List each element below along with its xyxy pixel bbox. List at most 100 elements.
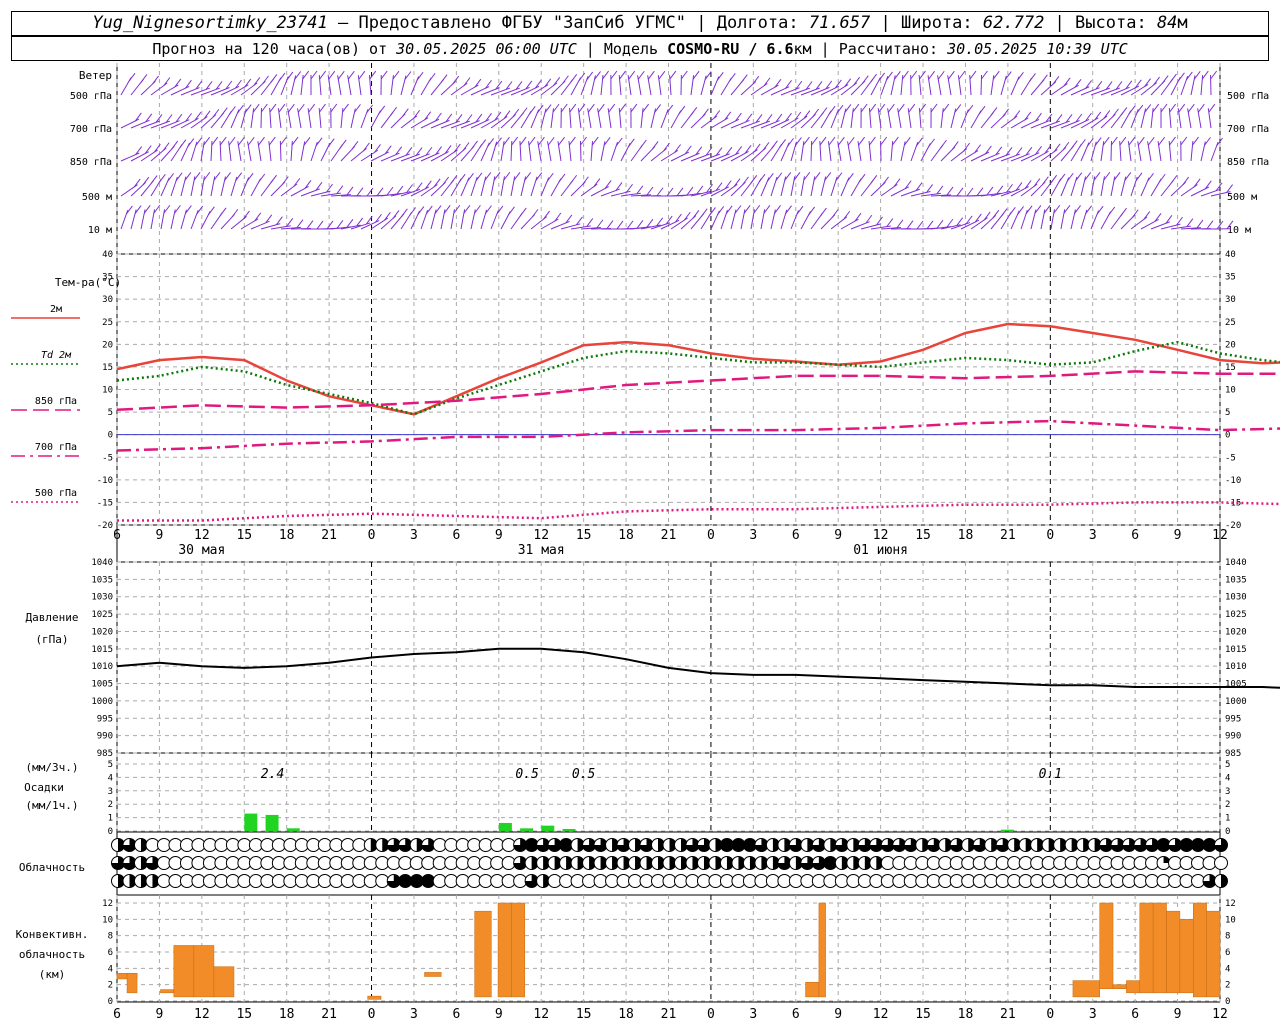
wind-barb-feather (1128, 136, 1136, 146)
pres-ytick-left: 1010 (91, 662, 113, 672)
wind-barb-feather (252, 103, 260, 113)
wind-barb-feather (704, 71, 712, 80)
wind-barb-feather (742, 176, 749, 186)
wind-barb-feather (484, 172, 492, 181)
wind-barb-feather (808, 206, 816, 216)
time-hour-label: 21 (321, 528, 337, 543)
precip-bar (1000, 829, 1014, 831)
pres-ytick-right: 1005 (1225, 680, 1247, 690)
wind-barb-feather (1025, 205, 1033, 215)
wind-barb-feather (860, 103, 868, 113)
precip-ytick-left: 3 (108, 787, 113, 797)
wind-barb-feather (474, 205, 481, 214)
wind-barb-feather (646, 218, 654, 228)
wind-barb-feather (163, 204, 171, 214)
wind-barb-feather (433, 178, 441, 188)
convective-cloud-bar (1072, 980, 1100, 998)
wind-barb-feather (1144, 104, 1152, 113)
time-hour-label-bottom: 15 (236, 1007, 252, 1022)
temp-ytick-left: -20 (97, 521, 113, 531)
time-hour-label-bottom: 21 (321, 1007, 337, 1022)
wind-barb-feather (270, 74, 278, 83)
wind-barb-feather (1102, 136, 1110, 146)
wind-barb-feather (558, 173, 566, 183)
precip-total-label: 0.1 (1039, 767, 1062, 782)
time-hour-label-bottom: 9 (495, 1007, 503, 1022)
time-hour-label: 9 (1174, 528, 1182, 543)
wind-barb-feather (976, 187, 984, 197)
wind-level-label-right: 700 гПа (1227, 124, 1269, 135)
wind-barb-feather (531, 209, 539, 218)
wind-barb-feather (1197, 103, 1205, 113)
wind-barb (800, 87, 820, 96)
wind-barb-feather (450, 175, 458, 184)
wind-barb-feather (910, 70, 918, 80)
wind-barb-feather (1153, 76, 1160, 86)
precip-ytick-left: 2 (108, 800, 113, 810)
wind-barb-feather (1187, 103, 1195, 113)
wind-barb (210, 140, 213, 162)
wind-barb-feather (870, 73, 877, 83)
wind-barb-feather (1120, 207, 1127, 217)
wind-barb-feather (793, 171, 801, 181)
wind-barb-feather (700, 208, 708, 217)
wind-barb-feather (916, 220, 924, 230)
wind-barb-feather (870, 175, 878, 184)
time-hour-label: 9 (495, 528, 503, 543)
wind-barb-feather (616, 220, 624, 230)
wind-barb-feather (369, 70, 377, 80)
time-hour-label: 0 (707, 528, 715, 543)
wind-barb-feather (228, 106, 236, 115)
wind-barb-feather (896, 219, 904, 229)
wind-barb-feather (294, 71, 302, 80)
wind-barb-feather (869, 136, 876, 146)
wind-barb-feather (1147, 136, 1155, 146)
wind-barb (890, 141, 894, 162)
temp-legend-label: 850 гПа (35, 396, 77, 407)
wind-barb-feather (416, 71, 424, 81)
conv-panel-title2: облачность (19, 948, 85, 961)
wind-barb-feather (858, 136, 865, 146)
wind-barb-feather (725, 205, 733, 215)
wind-barb-feather (570, 174, 578, 184)
wind-barb-feather (1196, 219, 1204, 229)
wind-barb-feather (587, 103, 595, 113)
time-hour-label: 6 (1131, 528, 1139, 543)
time-hour-label: 3 (1089, 528, 1097, 543)
precip-panel-title: Осадки (24, 781, 64, 794)
time-hour-label-bottom: 6 (113, 1007, 121, 1022)
temp-series-2 (116, 370, 1280, 412)
wind-barb-feather (869, 103, 877, 113)
wind-barb-feather (787, 138, 794, 147)
wind-barb (450, 120, 470, 129)
wind-barb-feather (238, 136, 245, 146)
wind-barb-feather (992, 70, 1000, 80)
wind-barb-feather (891, 136, 899, 146)
wind-barb-feather (203, 136, 211, 146)
wind-barb-feather (179, 139, 187, 148)
time-hour-label-bottom: 3 (410, 1007, 418, 1022)
wind-barb-feather (1169, 103, 1177, 113)
wind-barb-feather (453, 204, 461, 214)
wind-barb-feather (1108, 206, 1116, 216)
wind-barb-feather (326, 220, 334, 230)
convective-cloud-bar (424, 972, 442, 977)
time-hour-label-bottom: 0 (368, 1007, 376, 1022)
wind-barb-feather (690, 107, 698, 116)
time-hour-label-bottom: 18 (618, 1007, 634, 1022)
conv-ytick-right: 6 (1225, 948, 1230, 958)
pres-ytick-right: 995 (1225, 714, 1241, 724)
time-hour-label-bottom: 0 (1046, 1007, 1054, 1022)
wind-barb (1200, 75, 1204, 96)
convective-cloud-bar (1166, 910, 1181, 994)
wind-barb-feather (409, 207, 416, 216)
wind-barb-feather (1124, 172, 1132, 181)
convective-cloud-bar (367, 995, 382, 1000)
precip-bar (244, 813, 258, 831)
time-hour-label-bottom: 15 (576, 1007, 592, 1022)
wind-barb-feather (1112, 108, 1119, 118)
pres-ytick-right: 1025 (1225, 610, 1247, 620)
wind-barb-feather (1158, 173, 1166, 183)
conv-ytick-right: 8 (1225, 932, 1230, 942)
pres-ytick-left: 1040 (91, 558, 113, 568)
